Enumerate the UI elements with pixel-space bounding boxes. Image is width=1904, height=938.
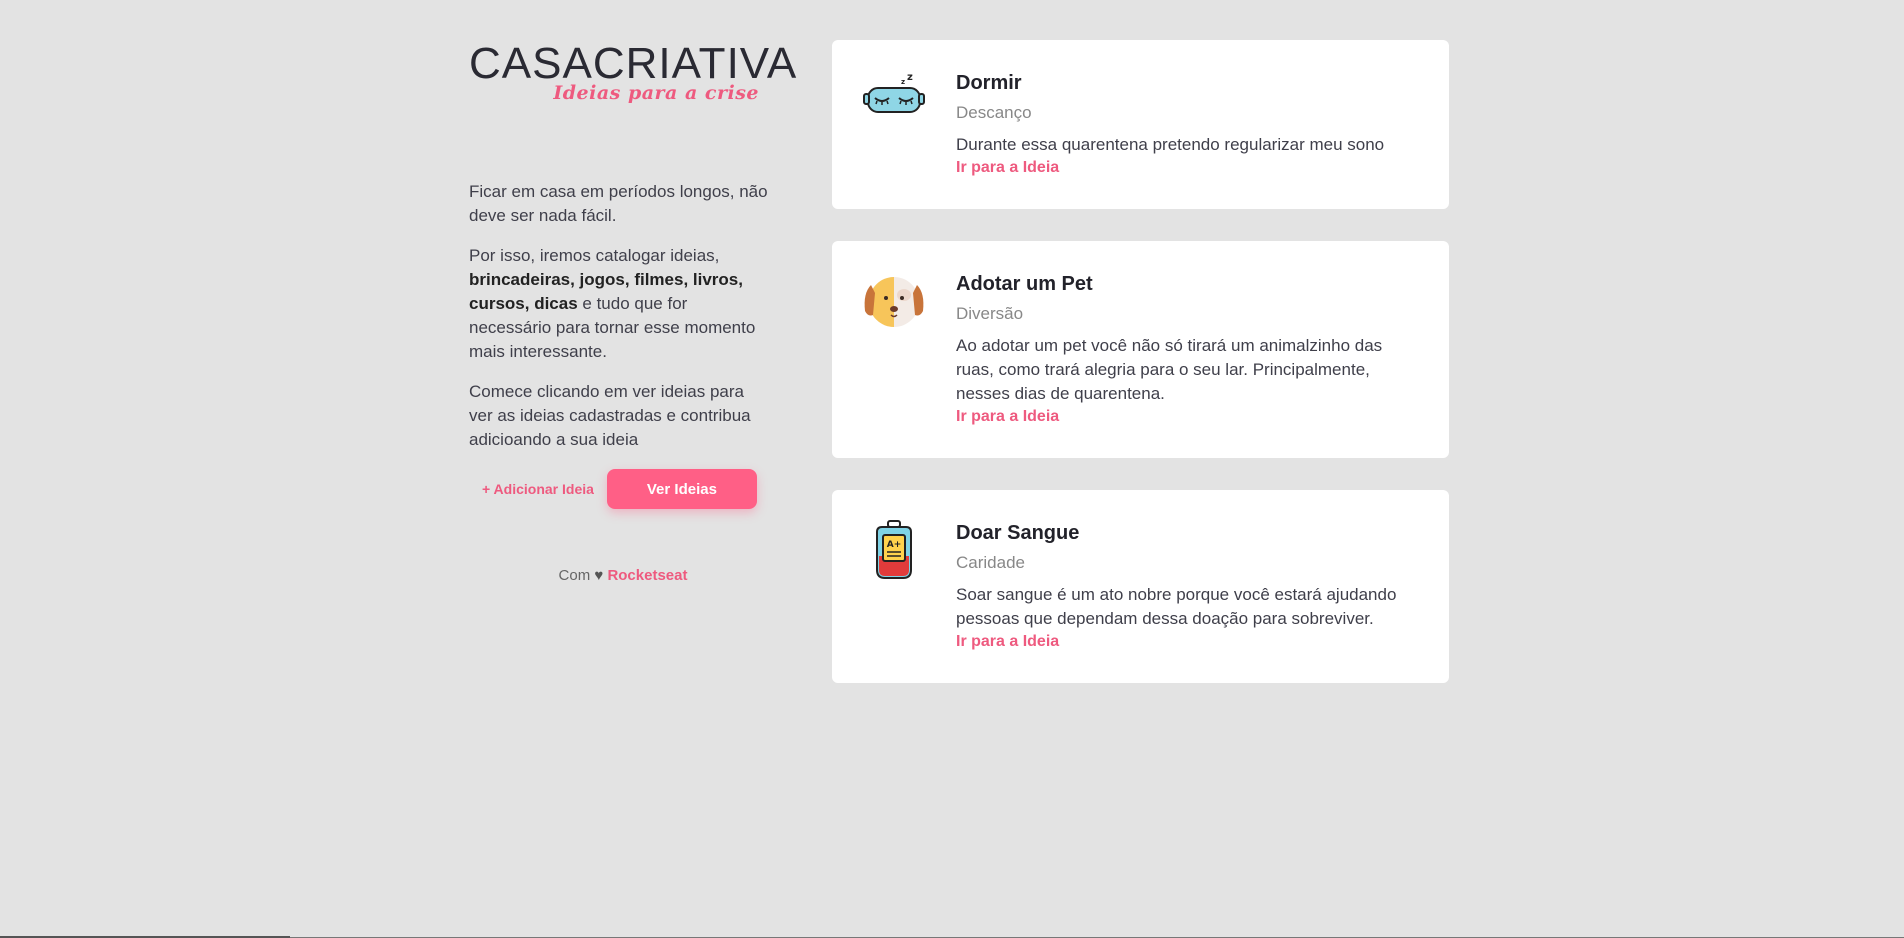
actions: + Adicionar Ideia Ver Ideias — [469, 469, 769, 509]
idea-link[interactable]: Ir para a Ideia — [956, 159, 1059, 176]
idea-body: Adotar um Pet Diversão Ao adotar um pet … — [956, 271, 1415, 428]
svg-text:z: z — [901, 78, 905, 86]
idea-body: Doar Sangue Caridade Soar sangue é um at… — [956, 520, 1415, 653]
idea-card: z z Dormir Descanço Durante essa quarent… — [832, 40, 1449, 209]
intro-p2-start: Por isso, iremos catalogar ideias, — [469, 246, 720, 265]
dog-icon — [863, 271, 925, 333]
svg-text:z: z — [907, 72, 913, 83]
intro-paragraph-2: Por isso, iremos catalogar ideias, brinc… — [469, 244, 769, 364]
idea-title: Dormir — [956, 72, 1022, 94]
logo-thin: CRIATIVA — [592, 39, 798, 88]
idea-category: Caridade — [956, 553, 1025, 572]
idea-link[interactable]: Ir para a Ideia — [956, 408, 1059, 425]
intro-column: CASACRIATIVA Ideias para a crise Ficar e… — [469, 39, 796, 585]
intro-paragraph-3: Comece clicando em ver ideias para ver a… — [469, 382, 751, 449]
heart-icon: ♥ — [594, 567, 604, 584]
blood-bag-icon: A+ — [863, 520, 925, 582]
idea-link[interactable]: Ir para a Ideia — [956, 633, 1059, 650]
add-idea-link[interactable]: + Adicionar Ideia — [482, 481, 594, 497]
rocketseat-link[interactable]: Rocketseat — [607, 567, 687, 584]
idea-title: Doar Sangue — [956, 522, 1080, 544]
idea-card: A+ Doar Sangue Caridade Soar sangue é um… — [832, 490, 1449, 683]
page: CASACRIATIVA Ideias para a crise Ficar e… — [0, 0, 1904, 938]
logo-tagline: Ideias para a crise — [553, 82, 759, 104]
intro-text: Ficar em casa em períodos longos, não de… — [469, 180, 769, 452]
footer-prefix: Com — [558, 567, 591, 584]
blood-type-text: A+ — [887, 540, 902, 550]
idea-description: Ao adotar um pet você não só tirará um a… — [956, 336, 1383, 403]
idea-title: Adotar um Pet — [956, 273, 1093, 295]
logo-wordmark: CASACRIATIVA — [469, 39, 796, 88]
view-ideas-button[interactable]: Ver Ideias — [606, 469, 757, 509]
idea-description: Soar sangue é um ato nobre porque você e… — [956, 585, 1397, 628]
intro-paragraph-1: Ficar em casa em períodos longos, não de… — [469, 182, 768, 225]
footer: Com ♥ Rocketseat — [469, 567, 769, 584]
sleep-mask-icon: z z — [863, 70, 925, 132]
logo-bold: CASA — [469, 39, 593, 88]
idea-card: Adotar um Pet Diversão Ao adotar um pet … — [832, 241, 1449, 458]
idea-body: Dormir Descanço Durante essa quarentena … — [956, 70, 1384, 179]
ideas-list: z z Dormir Descanço Durante essa quarent… — [832, 40, 1449, 715]
idea-category: Diversão — [956, 304, 1024, 323]
idea-category: Descanço — [956, 103, 1032, 122]
logo: CASACRIATIVA Ideias para a crise — [469, 39, 796, 110]
idea-description: Durante essa quarentena pretendo regular… — [956, 135, 1385, 154]
